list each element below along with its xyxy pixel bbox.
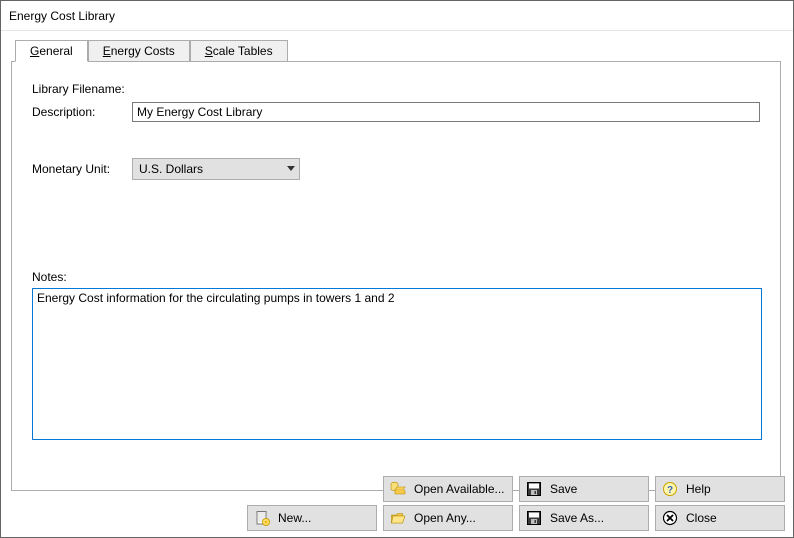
help-button[interactable]: ? Help	[655, 476, 785, 502]
help-label: Help	[684, 482, 784, 496]
tab-page-general: Library Filename: Description: Monetary …	[11, 61, 781, 491]
floppy-save-as-icon	[520, 510, 548, 526]
title-bar: Energy Cost Library	[1, 1, 793, 31]
tab-energy-costs[interactable]: Energy Costs	[88, 40, 190, 62]
close-icon	[656, 510, 684, 526]
save-label: Save	[548, 482, 648, 496]
library-filename-label: Library Filename:	[32, 82, 132, 96]
notes-textarea[interactable]	[32, 288, 762, 440]
new-label: New...	[276, 511, 376, 525]
notes-label: Notes:	[32, 270, 760, 284]
tab-general[interactable]: General	[15, 40, 88, 62]
monetary-unit-label: Monetary Unit:	[32, 162, 132, 176]
save-button[interactable]: Save	[519, 476, 649, 502]
description-input[interactable]	[132, 102, 760, 122]
svg-text:?: ?	[667, 485, 673, 496]
monetary-unit-row: Monetary Unit: U.S. Dollars	[32, 158, 760, 180]
save-as-label: Save As...	[548, 511, 648, 525]
chevron-down-icon	[287, 166, 295, 172]
open-available-button[interactable]: Open Available...	[383, 476, 513, 502]
folder-open-icon	[384, 510, 412, 526]
close-button[interactable]: Close	[655, 505, 785, 531]
monetary-unit-value: U.S. Dollars	[139, 162, 203, 176]
help-icon: ?	[656, 481, 684, 497]
monetary-unit-select[interactable]: U.S. Dollars	[132, 158, 300, 180]
tab-scale-tables[interactable]: Scale Tables	[190, 40, 288, 62]
floppy-save-icon	[520, 481, 548, 497]
description-label: Description:	[32, 105, 132, 119]
open-any-label: Open Any...	[412, 511, 512, 525]
library-filename-row: Library Filename:	[32, 82, 760, 96]
close-label: Close	[684, 511, 784, 525]
tab-strip: General Energy Costs Scale Tables	[11, 39, 783, 61]
client-area: General Energy Costs Scale Tables Librar…	[1, 31, 793, 501]
energy-cost-library-window: Energy Cost Library General Energy Costs…	[0, 0, 794, 538]
new-file-icon	[248, 510, 276, 526]
folder-open-db-icon	[384, 481, 412, 497]
open-any-button[interactable]: Open Any...	[383, 505, 513, 531]
button-bar: Open Available... Save ? Help	[247, 476, 785, 531]
window-title: Energy Cost Library	[9, 9, 115, 23]
description-row: Description:	[32, 102, 760, 122]
save-as-button[interactable]: Save As...	[519, 505, 649, 531]
open-available-label: Open Available...	[412, 482, 512, 496]
new-button[interactable]: New...	[247, 505, 377, 531]
